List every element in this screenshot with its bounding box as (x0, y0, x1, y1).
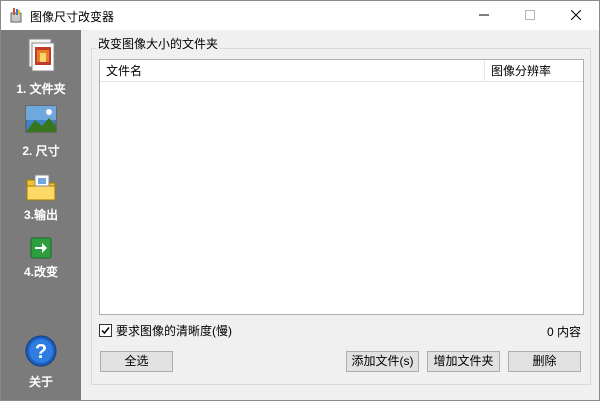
add-file-button[interactable]: 添加文件(s) (346, 351, 419, 372)
green-arrow-icon (30, 237, 52, 262)
app-window: 图像尺寸改变器 1. 文件夹 2. 尺寸 3.输出 4.改变 ? 关于 改变图像… (0, 0, 600, 401)
column-header-resolution[interactable]: 图像分辨率 (485, 60, 583, 82)
select-all-button[interactable]: 全选 (100, 351, 173, 372)
landscape-image-icon (25, 104, 57, 139)
title-bar[interactable]: 图像尺寸改变器 (1, 1, 599, 30)
help-icon: ? (25, 335, 57, 370)
column-header-filename[interactable]: 文件名 (100, 60, 485, 82)
sharpness-checkbox[interactable] (99, 323, 112, 337)
sidebar: 1. 文件夹 2. 尺寸 3.输出 4.改变 ? 关于 (1, 30, 81, 400)
about-label: 关于 (28, 375, 53, 389)
pencil-cup-icon (8, 7, 24, 23)
about-button[interactable]: ? 关于 (1, 333, 81, 393)
close-icon (570, 9, 582, 23)
sidebar-item-label: 4.改变 (23, 265, 58, 279)
svg-text:?: ? (35, 341, 47, 363)
sidebar-item-label: 3.输出 (23, 208, 58, 222)
sharpness-checkbox-row[interactable]: 要求图像的清晰度(慢) (99, 322, 232, 338)
list-body[interactable] (100, 83, 583, 314)
sidebar-item-label: 1. 文件夹 (16, 82, 66, 96)
minimize-icon (479, 9, 489, 23)
window-title: 图像尺寸改变器 (30, 10, 115, 24)
check-icon (101, 326, 110, 334)
sidebar-item-size[interactable]: 2. 尺寸 (1, 100, 81, 162)
folder-picture-icon (25, 38, 57, 75)
file-list[interactable]: 文件名 图像分辨率 (99, 59, 584, 315)
sidebar-item-folder[interactable]: 1. 文件夹 (1, 30, 81, 100)
add-folder-button[interactable]: 增加文件夹 (427, 351, 500, 372)
delete-button[interactable]: 删除 (508, 351, 581, 372)
sidebar-item-label: 2. 尺寸 (22, 144, 60, 158)
output-folder-icon (25, 172, 57, 207)
group-title: 改变图像大小的文件夹 (96, 35, 221, 52)
sidebar-item-output[interactable]: 3.输出 (1, 170, 81, 232)
main-panel: 改变图像大小的文件夹 文件名 图像分辨率 要求图像的清晰度(慢) 0 内容 全选… (81, 30, 599, 400)
item-count: 0 内容 (546, 325, 581, 339)
sharpness-checkbox-label: 要求图像的清晰度(慢) (116, 323, 232, 338)
sidebar-item-change[interactable]: 4.改变 (1, 234, 81, 290)
maximize-icon (525, 9, 535, 23)
close-button[interactable] (553, 1, 599, 30)
minimize-button[interactable] (461, 1, 507, 30)
list-header: 文件名 图像分辨率 (100, 60, 583, 82)
maximize-button[interactable] (507, 1, 553, 30)
